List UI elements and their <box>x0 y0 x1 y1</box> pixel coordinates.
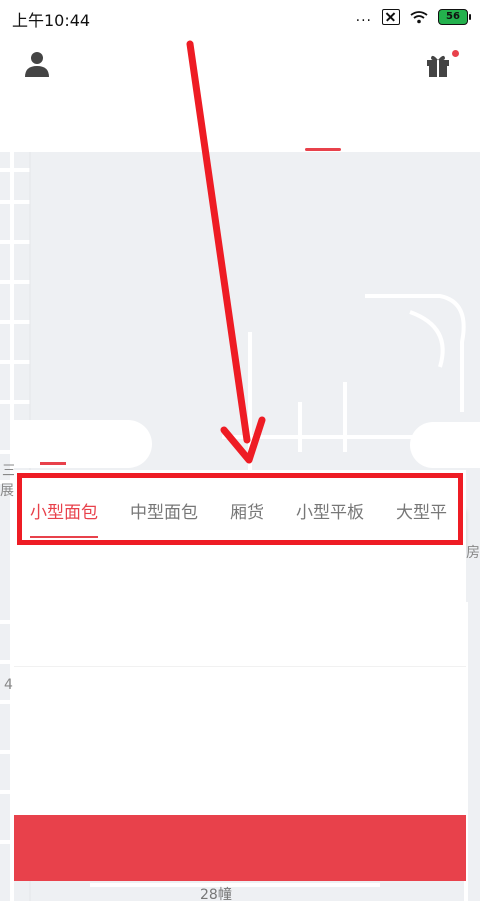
map-overlay-card-right[interactable] <box>410 422 480 468</box>
profile-icon[interactable] <box>24 50 50 78</box>
more-dots-icon: ... <box>355 9 372 25</box>
header <box>0 36 480 152</box>
header-tab-indicator <box>305 148 341 151</box>
status-icons: ... 56 <box>355 8 471 26</box>
highlight-annotation-box <box>17 473 463 545</box>
map-label: 28幢 <box>200 887 232 903</box>
map-label: 4 <box>4 677 13 693</box>
wifi-icon <box>410 11 428 24</box>
divider <box>14 666 466 667</box>
no-sim-icon <box>382 9 400 25</box>
battery-icon: 56 <box>438 9 471 25</box>
status-bar: 上午10:44 ... 56 <box>0 0 480 36</box>
map-label: 房 <box>466 545 480 561</box>
map-overlay-card-left[interactable] <box>14 420 152 468</box>
notification-dot <box>452 50 459 57</box>
map-label: 展 <box>0 483 14 499</box>
gift-icon[interactable] <box>426 52 450 78</box>
status-time: 上午10:44 <box>12 11 91 30</box>
overlay-indicator <box>40 462 66 465</box>
confirm-order-button[interactable] <box>14 815 466 881</box>
